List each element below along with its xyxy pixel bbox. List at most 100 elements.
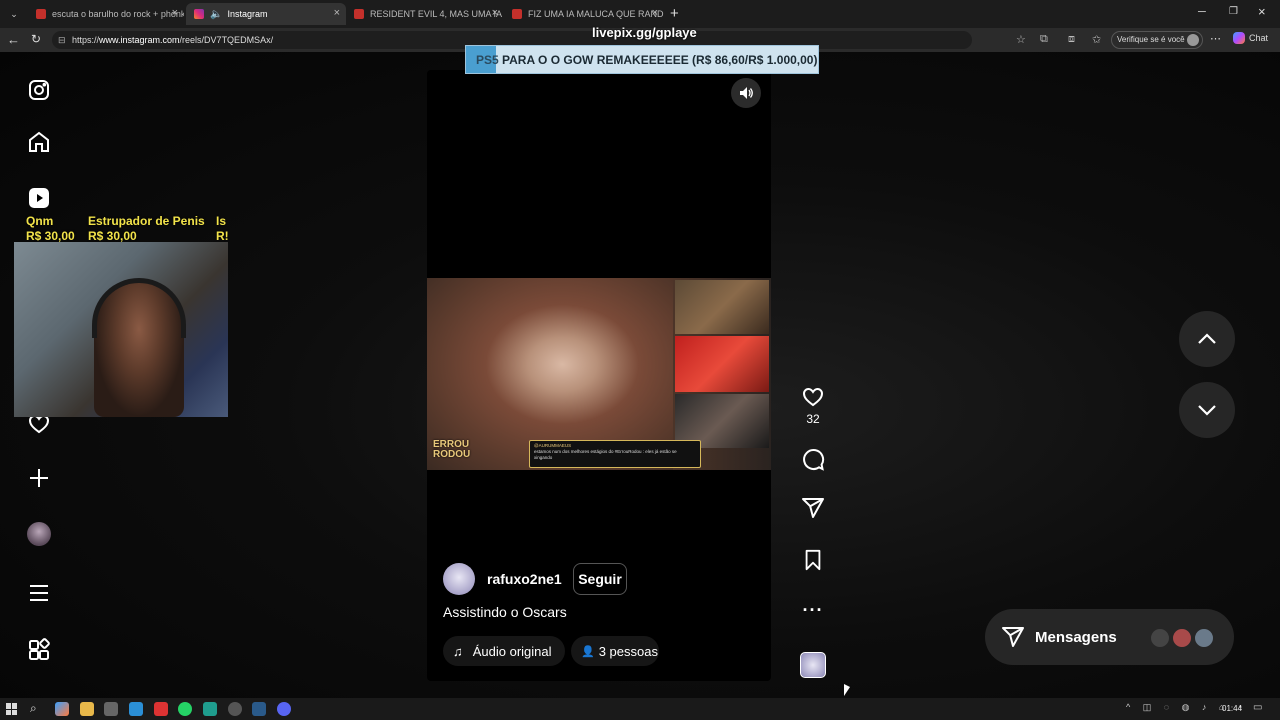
create-plus-icon[interactable] [25, 464, 53, 492]
copilot-taskbar-icon[interactable] [55, 702, 69, 716]
instagram-favicon-icon [194, 9, 204, 19]
instagram-logo-icon[interactable] [25, 76, 53, 104]
url-prefix: https:// [72, 35, 100, 45]
audio-label: Áudio original [472, 643, 552, 659]
close-tab-icon[interactable]: × [652, 7, 658, 19]
obs-icon[interactable] [228, 702, 242, 716]
close-tab-icon[interactable]: × [492, 7, 498, 19]
notification-icon[interactable]: ▭ [1253, 702, 1262, 713]
more-options-icon[interactable]: ··· [803, 600, 824, 621]
like-count: 32 [806, 412, 820, 426]
reel-caption: Assistindo o Oscars [443, 604, 567, 620]
tab-label: Instagram [227, 9, 268, 19]
close-window-icon[interactable]: × [1258, 4, 1266, 19]
follow-button[interactable]: Seguir [573, 563, 627, 595]
file-explorer-icon[interactable] [80, 702, 94, 716]
menu-hamburger-icon[interactable] [25, 579, 53, 607]
webcam-headset [92, 278, 186, 338]
reels-icon[interactable] [25, 184, 53, 212]
audio-chip[interactable]: ♫ Áudio original [443, 636, 565, 666]
tab-rock-phonk[interactable]: escuta o barulho do rock + phonk × [28, 3, 184, 25]
search-icon[interactable]: ⌕ [30, 701, 37, 716]
goal-text: PARA O O GOW REMAKEEEEEE (R$ 86,60/R$ 1.… [502, 53, 818, 67]
copilot-chat-button[interactable]: Chat [1233, 32, 1268, 44]
like-button[interactable] [800, 384, 826, 410]
comment-button[interactable] [800, 447, 826, 473]
youtube-favicon-icon [354, 9, 364, 19]
tab-resident-evil[interactable]: RESIDENT EVIL 4, MAS UMA IA MU × [346, 3, 504, 25]
back-icon[interactable]: ← [7, 32, 20, 47]
collections-icon[interactable]: ⧈ [1068, 33, 1075, 46]
favorites-star-icon[interactable]: ☆ [1016, 33, 1026, 46]
donor-name: Estrupador de Penis [88, 214, 205, 228]
tab-ia-maluca[interactable]: FIZ UMA IA MALUCA QUE RANDO × [504, 3, 664, 25]
clock-time[interactable]: 01:44 [1222, 704, 1242, 713]
bookmark-icon [805, 549, 821, 571]
restore-icon[interactable]: ❐ [1229, 6, 1238, 17]
edge-active-icon[interactable] [203, 702, 217, 716]
audio-thumbnail[interactable] [800, 652, 826, 678]
store-icon[interactable] [104, 702, 118, 716]
reload-icon[interactable]: ↻ [31, 32, 41, 46]
whatsapp-icon[interactable] [178, 702, 192, 716]
save-button[interactable] [800, 547, 826, 573]
start-windows-icon[interactable] [6, 703, 18, 715]
windows-taskbar: ⌕ ^ ◫ ◌ ◍ ♪ ⌂ ◔ 01:44 ▭ [0, 698, 1280, 720]
messages-label: Mensagens [1035, 628, 1117, 646]
music-note-icon: ♫ [453, 643, 463, 659]
donor-amount: R! [216, 229, 229, 243]
more-apps-icon[interactable] [25, 636, 53, 664]
avatar [1193, 627, 1215, 649]
favorites-bar-icon[interactable]: ✩ [1092, 33, 1101, 46]
profile-button[interactable]: Verifique se é você [1111, 31, 1203, 49]
avatar [1187, 34, 1199, 46]
edge-taskbar-icon[interactable] [129, 702, 143, 716]
reel-container[interactable]: ERROU RODOU @AURUMMAEUS estamos num dos … [427, 70, 771, 681]
avatar [1171, 627, 1193, 649]
author-username[interactable]: rafuxo2ne1 [487, 571, 562, 587]
site-info-icon[interactable]: ⊟ [58, 31, 66, 49]
send-icon [1002, 627, 1024, 647]
person-icon: 👤 [581, 645, 595, 658]
donation-goal-bar: PS5 PARA O O GOW REMAKEEEEEE (R$ 86,60/R… [465, 45, 819, 74]
author-avatar[interactable] [443, 563, 475, 595]
chevron-up-icon [1198, 333, 1216, 344]
video-brand-logo: ERROU RODOU [433, 439, 471, 460]
steam-icon[interactable] [252, 702, 266, 716]
share-button[interactable] [800, 495, 826, 521]
video-cam-thumb [675, 280, 769, 334]
discord-icon[interactable] [277, 702, 291, 716]
chevron-down-icon [1198, 405, 1216, 416]
close-tab-icon[interactable]: × [334, 7, 340, 19]
browser-tab-bar: ⌄ escuta o barulho do rock + phonk × 🔈 I… [0, 0, 1280, 28]
new-tab-icon[interactable]: + [670, 5, 679, 22]
previous-reel-button[interactable] [1179, 311, 1235, 367]
speaker-tab-icon[interactable]: 🔈 [210, 9, 222, 20]
copilot-icon [1233, 32, 1245, 44]
tab-actions-button[interactable]: ⌄ [6, 6, 22, 22]
messages-button[interactable]: Mensagens [985, 609, 1234, 665]
goal-text-row: PS5 PARA O O GOW REMAKEEEEEE (R$ 86,60/R… [476, 53, 817, 67]
donor-amount: R$ 30,00 [88, 229, 137, 243]
close-tab-icon[interactable]: × [172, 7, 178, 19]
donor-name: Qnm [26, 214, 54, 228]
donor-amount: R$ 30,00 [26, 229, 75, 243]
next-reel-button[interactable] [1179, 382, 1235, 438]
streamer-webcam [14, 242, 228, 417]
people-tag-chip[interactable]: 👤 3 pessoas [571, 636, 659, 666]
profile-avatar[interactable] [25, 520, 53, 548]
youtube-favicon-icon [512, 9, 522, 19]
video-comment-text: estamos num dos melhores estágios do #Er… [534, 449, 677, 460]
send-icon [802, 498, 824, 518]
tab-label: escuta o barulho do rock + phonk [52, 9, 184, 19]
more-menu-icon[interactable]: ⋯ [1210, 32, 1221, 45]
url-host: www.instagram.com [99, 35, 180, 45]
volume-button[interactable] [731, 78, 761, 108]
minimize-icon[interactable]: ─ [1198, 6, 1206, 18]
youtube-taskbar-icon[interactable] [154, 702, 168, 716]
extensions-icon[interactable]: ⧉ [1040, 33, 1048, 46]
reel-video-frame[interactable]: ERROU RODOU @AURUMMAEUS estamos num dos … [427, 278, 771, 470]
home-icon[interactable] [25, 128, 53, 156]
mouse-cursor-icon [844, 684, 850, 696]
tab-instagram[interactable]: 🔈 Instagram × [186, 3, 346, 25]
